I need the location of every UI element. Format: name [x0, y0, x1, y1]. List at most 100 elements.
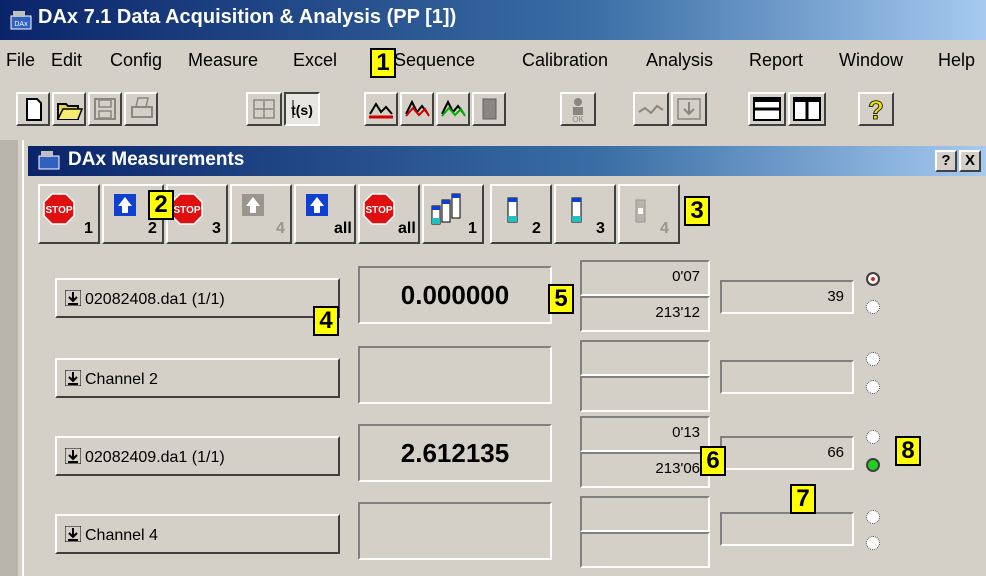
count-value: 66 [827, 444, 844, 461]
channel-2-button[interactable]: Channel 2 [55, 358, 340, 398]
callout-8: 8 [895, 436, 921, 466]
import-button[interactable] [671, 92, 707, 126]
channel-label: 02082409.da1 (1/1) [85, 449, 225, 466]
elapsed-time-field: 0'07 [580, 260, 710, 296]
print-icon [131, 97, 153, 118]
callout-1: 1 [370, 48, 396, 78]
save-button[interactable] [88, 92, 122, 126]
menu-edit[interactable]: Edit [51, 50, 82, 71]
total-time-field: 213'06 [580, 452, 710, 488]
channel-label: Channel 2 [85, 371, 158, 388]
help-icon: ? [868, 95, 885, 124]
vial-3-button[interactable]: 3 [554, 184, 616, 244]
stop-all-button[interactable]: STOP all [358, 184, 420, 244]
upload-all-button[interactable]: all [294, 184, 356, 244]
channel-4-button[interactable]: Channel 4 [55, 514, 340, 554]
button-sub: 4 [660, 220, 669, 237]
window-title: DAx 7.1 Data Acquisition & Analysis (PP … [38, 6, 457, 28]
download-icon [65, 526, 81, 542]
mdi-background [0, 140, 18, 576]
channel-3-button[interactable]: 02082409.da1 (1/1) [55, 436, 340, 476]
count-field [720, 512, 854, 546]
svg-text:STOP: STOP [173, 205, 200, 216]
ok-person-icon: OK [572, 98, 584, 124]
total-time-field: 213'12 [580, 296, 710, 332]
button-sub: 2 [148, 220, 157, 237]
menu-config[interactable]: Config [110, 50, 162, 71]
save-icon [94, 98, 116, 120]
open-button[interactable] [52, 92, 86, 126]
device-button[interactable] [472, 92, 506, 126]
chart-multi-button[interactable] [400, 92, 434, 126]
menu-file[interactable]: File [6, 50, 35, 71]
vials-1-button[interactable]: 1 [422, 184, 484, 244]
layout-horizontal-button[interactable] [748, 92, 786, 126]
svg-text:?: ? [868, 95, 884, 124]
count-field: 66 [720, 436, 854, 470]
chart-red-button[interactable] [364, 92, 398, 126]
vial-icon [571, 197, 582, 223]
layout-vertical-button[interactable] [788, 92, 826, 126]
button-sub: 3 [212, 220, 221, 237]
stop-3-button[interactable]: STOP 3 [166, 184, 228, 244]
curve-button[interactable] [633, 92, 669, 126]
menu-window[interactable]: Window [839, 50, 903, 71]
svg-text:STOP: STOP [365, 205, 392, 216]
total-time-field [580, 532, 710, 568]
channel-label: 02082408.da1 (1/1) [85, 291, 225, 308]
import-icon [677, 98, 701, 120]
stop-1-button[interactable]: STOP 1 [38, 184, 100, 244]
timer-button[interactable]: t(s) [284, 92, 320, 126]
app-icon: DAx [10, 11, 32, 30]
measurements-title-bar[interactable]: DAx Measurements [28, 146, 986, 176]
count-field: 39 [720, 280, 854, 314]
chart-green-button[interactable] [436, 92, 470, 126]
elapsed-time: 0'13 [672, 424, 700, 441]
channel-1-button[interactable]: 02082408.da1 (1/1) [55, 278, 340, 318]
vial-icon [635, 199, 646, 223]
count-value: 39 [827, 288, 844, 305]
chart-green-icon [441, 99, 466, 117]
download-icon [65, 290, 81, 306]
channel-value: 0.000000 [400, 280, 510, 310]
menu-sequence[interactable]: Sequence [394, 50, 475, 71]
print-button[interactable] [124, 92, 158, 126]
button-sub: 1 [84, 220, 93, 237]
ok-person-button[interactable]: OK [560, 92, 596, 126]
svg-text:STOP: STOP [45, 205, 72, 216]
menu-measure[interactable]: Measure [188, 50, 258, 71]
channel-value: 2.612135 [400, 438, 510, 468]
device-icon [482, 98, 497, 120]
child-close-button[interactable]: X [959, 150, 981, 172]
total-time: 213'12 [655, 304, 700, 321]
move-button[interactable] [246, 92, 282, 126]
svg-text:DAx: DAx [14, 21, 28, 28]
new-button[interactable] [16, 92, 50, 126]
elapsed-time: 0'07 [672, 268, 700, 285]
callout-6: 6 [700, 446, 726, 476]
button-sub: all [398, 220, 416, 237]
svg-text:t(s): t(s) [291, 102, 313, 118]
menu-excel[interactable]: Excel [293, 50, 337, 71]
help-button[interactable]: ? [858, 92, 894, 126]
vial-2-button[interactable]: 2 [490, 184, 552, 244]
main-title-bar[interactable]: DAx DAx 7.1 Data Acquisition & Analysis … [0, 0, 986, 40]
callout-7: 7 [790, 484, 816, 514]
callout-4: 4 [313, 306, 339, 336]
menu-analysis[interactable]: Analysis [646, 50, 713, 71]
download-icon [65, 370, 81, 386]
menu-report[interactable]: Report [749, 50, 803, 71]
menu-calibration[interactable]: Calibration [522, 50, 608, 71]
timer-icon: t(s) [291, 100, 313, 118]
chart-multi-icon [405, 99, 430, 117]
value-display: 2.612135 [358, 424, 552, 482]
menu-help[interactable]: Help [938, 50, 975, 71]
vial-4-button[interactable]: 4 [618, 184, 680, 244]
upload-4-button[interactable]: 4 [230, 184, 292, 244]
status-led-red [866, 510, 880, 524]
status-led-green [866, 300, 880, 314]
layout-horizontal-icon [753, 97, 781, 121]
value-display: 0.000000 [358, 266, 552, 324]
button-sub: 3 [596, 220, 605, 237]
child-help-button[interactable]: ? [935, 150, 957, 172]
